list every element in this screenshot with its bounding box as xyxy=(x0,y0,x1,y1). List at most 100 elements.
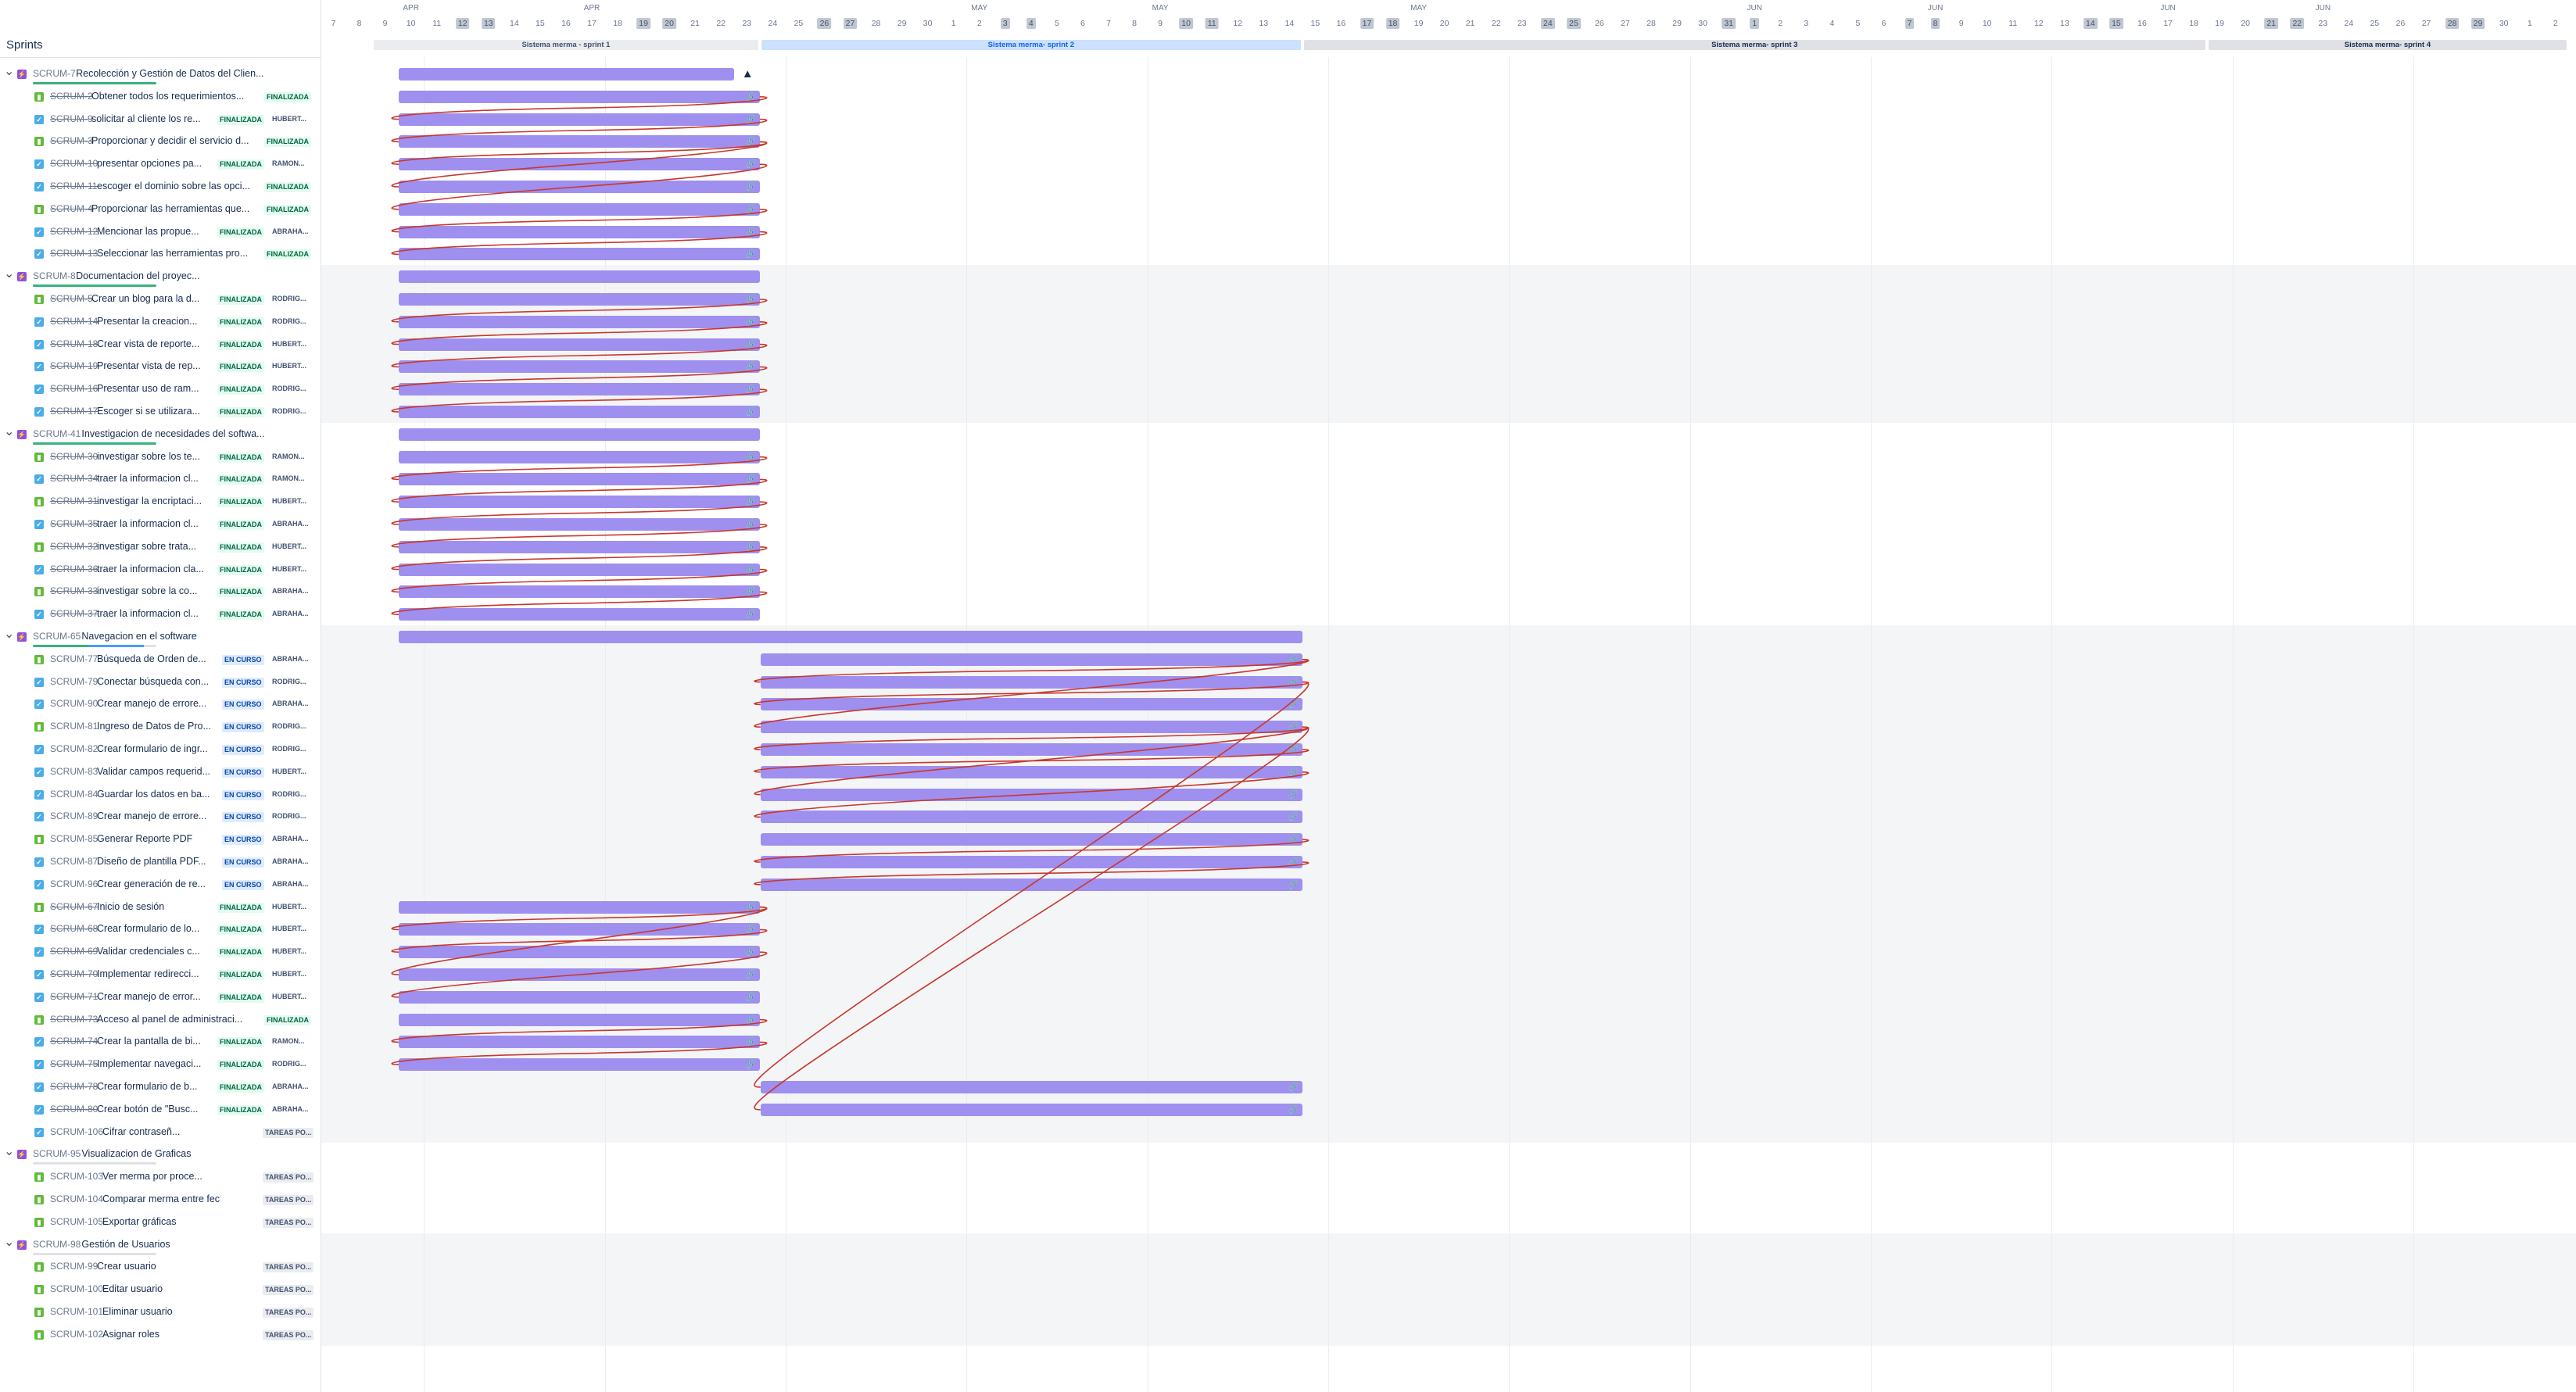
assignee-name[interactable]: HUBERT... xyxy=(272,947,306,955)
status-lozenge[interactable]: FINALIZADA xyxy=(217,407,264,417)
issue-row[interactable]: ▮ SCRUM-100 Editar usuario TAREAS PO... xyxy=(0,1279,321,1301)
issue-bar[interactable]: 🔗 xyxy=(399,473,760,486)
assignee-name[interactable]: ABRAHA... xyxy=(272,1105,309,1113)
issue-summary[interactable]: Crear formulario de b... xyxy=(97,1081,198,1092)
issue-summary[interactable]: Crear un blog para la d... xyxy=(91,293,199,304)
issue-key[interactable]: SCRUM-35 xyxy=(50,518,98,529)
issue-bar[interactable]: 🔗 xyxy=(399,1036,760,1049)
issue-summary[interactable]: Crear usuario xyxy=(97,1261,156,1272)
issue-bar[interactable]: 🔗 xyxy=(399,338,760,351)
assignee-name[interactable]: RODRIG... xyxy=(272,317,306,325)
issue-row[interactable]: ▮ SCRUM-67 Inicio de sesión FINALIZADA HUBER… xyxy=(0,896,321,918)
issue-key[interactable]: SCRUM-104 xyxy=(50,1193,103,1204)
issue-key[interactable]: SCRUM-7 xyxy=(33,68,76,79)
issue-summary[interactable]: investigar sobre los te... xyxy=(97,451,200,462)
assignee-name[interactable]: ABRAHA... xyxy=(272,655,309,663)
issue-summary[interactable]: Búsqueda de Orden de... xyxy=(97,653,206,664)
link-icon[interactable]: 🔗 xyxy=(745,496,756,507)
issue-key[interactable]: SCRUM-101 xyxy=(50,1306,103,1317)
issue-bar[interactable]: 🔗 xyxy=(399,585,760,599)
issue-bar[interactable]: 🔗 xyxy=(399,90,760,103)
link-icon[interactable]: 🔗 xyxy=(1288,1082,1299,1093)
issue-summary[interactable]: Diseño de plantilla PDF... xyxy=(97,856,206,867)
issue-key[interactable]: SCRUM-36 xyxy=(50,564,98,574)
link-icon[interactable]: 🔗 xyxy=(745,1059,756,1070)
issue-bar[interactable]: 🔗 xyxy=(399,360,760,374)
link-icon[interactable]: 🔗 xyxy=(1288,1104,1299,1115)
issue-summary[interactable]: Implementar redirecci... xyxy=(97,968,199,979)
issue-summary[interactable]: Crear la pantalla de bi... xyxy=(97,1036,201,1047)
issue-row[interactable]: ✓ SCRUM-71 Crear manejo de error... FINALIZ… xyxy=(0,986,321,1008)
issue-row[interactable]: ✓ SCRUM-106 Cifrar contraseñ... TAREAS PO..… xyxy=(0,1122,321,1143)
epic-bar[interactable] xyxy=(399,428,760,441)
issue-summary[interactable]: Crear botón de "Busc... xyxy=(97,1104,199,1115)
issue-key[interactable]: SCRUM-100 xyxy=(50,1283,103,1294)
issue-key[interactable]: SCRUM-75 xyxy=(50,1058,98,1069)
issue-bar[interactable]: 🔗 xyxy=(399,181,760,193)
issue-row[interactable]: ▮ SCRUM-32 investigar sobre trata... FINALI… xyxy=(0,536,321,558)
assignee-name[interactable]: HUBERT... xyxy=(272,115,306,123)
assignee-name[interactable]: RODRIG... xyxy=(272,678,306,685)
epic-row[interactable]: ⌄ ⚡ SCRUM-41 Investigacion de necesidades d… xyxy=(0,424,321,446)
issue-key[interactable]: SCRUM-68 xyxy=(50,923,98,934)
assignee-name[interactable]: RAMON... xyxy=(272,453,305,460)
issue-row[interactable]: ▮ SCRUM-81 Ingreso de Datos de Pro... EN CU… xyxy=(0,716,321,738)
issue-bar[interactable]: 🔗 xyxy=(760,721,1302,734)
issue-row[interactable]: ✓ SCRUM-82 Crear formulario de ingr... EN C… xyxy=(0,739,321,760)
issue-row[interactable]: ▮ SCRUM-77 Búsqueda de Orden de... EN CURSO… xyxy=(0,649,321,671)
issue-key[interactable]: SCRUM-79 xyxy=(50,676,98,687)
issue-row[interactable]: ▮ SCRUM-101 Eliminar usuario TAREAS PO... xyxy=(0,1301,321,1323)
link-icon[interactable]: 🔗 xyxy=(745,114,756,125)
link-icon[interactable]: 🔗 xyxy=(745,586,756,597)
link-icon[interactable]: 🔗 xyxy=(745,542,756,553)
chevron-down-icon[interactable]: ⌄ xyxy=(4,1143,14,1159)
issue-bar[interactable]: 🔗 xyxy=(399,158,760,171)
assignee-name[interactable]: ABRAHA... xyxy=(272,700,309,707)
issue-bar[interactable]: 🔗 xyxy=(760,698,1302,711)
chevron-down-icon[interactable]: ⌄ xyxy=(4,626,14,642)
link-icon[interactable]: 🔗 xyxy=(745,992,756,1003)
issue-summary[interactable]: investigar la encriptaci... xyxy=(97,496,202,506)
issue-bar[interactable]: 🔗 xyxy=(399,540,760,553)
link-icon[interactable]: 🔗 xyxy=(1288,721,1299,732)
status-lozenge[interactable]: EN CURSO xyxy=(222,700,264,710)
link-icon[interactable]: 🔗 xyxy=(745,924,756,935)
issue-bar[interactable]: 🔗 xyxy=(399,406,760,418)
assignee-name[interactable]: ABRAHA... xyxy=(272,610,309,617)
status-lozenge[interactable]: FINALIZADA xyxy=(217,610,264,621)
issue-summary[interactable]: Asignar roles xyxy=(102,1329,159,1340)
status-lozenge[interactable]: FINALIZADA xyxy=(264,1014,311,1025)
issue-bar[interactable]: 🔗 xyxy=(760,765,1302,778)
assignee-name[interactable]: HUBERT... xyxy=(272,925,306,932)
issue-summary[interactable]: Gestión de Usuarios xyxy=(81,1239,170,1250)
status-lozenge[interactable]: FINALIZADA xyxy=(264,249,311,260)
issue-row[interactable]: ✓ SCRUM-70 Implementar redirecci... FINALIZ… xyxy=(0,964,321,986)
assignee-name[interactable]: RODRIG... xyxy=(272,385,306,392)
issue-key[interactable]: SCRUM-78 xyxy=(50,1081,98,1092)
status-lozenge[interactable]: EN CURSO xyxy=(222,857,264,868)
issue-row[interactable]: ▮ SCRUM-31 investigar la encriptaci... FINA… xyxy=(0,491,321,513)
issue-summary[interactable]: Presentar vista de rep... xyxy=(97,360,201,371)
link-icon[interactable]: 🔗 xyxy=(745,249,756,259)
issue-row[interactable]: ✓ SCRUM-12 Mencionar las propue... FINALIZA… xyxy=(0,221,321,243)
status-lozenge[interactable]: EN CURSO xyxy=(222,879,264,890)
assignee-name[interactable]: ABRAHA... xyxy=(272,857,309,865)
status-lozenge[interactable]: FINALIZADA xyxy=(264,204,311,215)
issue-summary[interactable]: Crear vista de reporte... xyxy=(97,338,199,349)
assignee-name[interactable]: HUBERT... xyxy=(272,497,306,505)
issue-summary[interactable]: investigar sobre la co... xyxy=(97,585,198,596)
link-icon[interactable]: 🔗 xyxy=(745,91,756,102)
issue-row[interactable]: ✓ SCRUM-34 traer la informacion cl... FINAL… xyxy=(0,468,321,490)
assignee-name[interactable]: ABRAHA... xyxy=(272,227,309,235)
status-lozenge[interactable]: EN CURSO xyxy=(222,812,264,823)
issue-summary[interactable]: Validar campos requerid... xyxy=(97,766,210,777)
issue-key[interactable]: SCRUM-30 xyxy=(50,451,98,462)
status-lozenge[interactable]: TAREAS PO... xyxy=(263,1127,314,1138)
issue-key[interactable]: SCRUM-18 xyxy=(50,338,98,349)
issue-key[interactable]: SCRUM-106 xyxy=(50,1126,103,1137)
assignee-name[interactable]: RODRIG... xyxy=(272,722,306,730)
assignee-name[interactable]: HUBERT... xyxy=(272,768,306,775)
link-icon[interactable]: 🔗 xyxy=(1288,789,1299,800)
assignee-name[interactable]: RODRIG... xyxy=(272,1060,306,1068)
issue-summary[interactable]: Proporcionar y decidir el servicio d... xyxy=(91,135,249,146)
